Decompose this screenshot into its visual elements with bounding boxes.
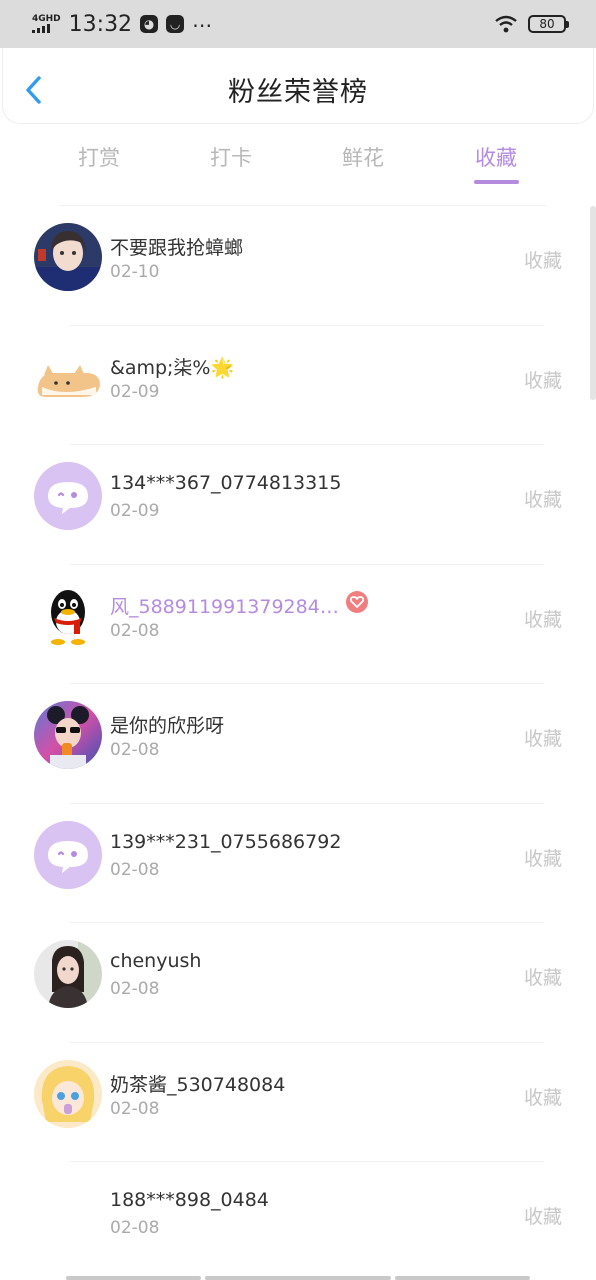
favorite-label: 收藏 [523, 1206, 562, 1228]
avatar [34, 820, 102, 889]
list-item[interactable]: 188***898_0484 02-08 收藏 [0, 1162, 596, 1280]
favorite-label: 收藏 [523, 369, 562, 392]
user-name: 188***898_0484 [110, 1189, 269, 1211]
more-notifications-icon: … [192, 8, 214, 32]
user-name: 139***231_0755686792 [110, 830, 342, 853]
bottom-bar-segment [205, 1276, 391, 1280]
avatar [34, 701, 102, 769]
favorite-label: 收藏 [523, 967, 562, 989]
app-notification-icon: ◕ [140, 15, 159, 33]
list-item[interactable]: 奶茶酱_530748084 02-08 收藏 [0, 1043, 596, 1162]
signal-icon [32, 24, 61, 33]
list-item[interactable]: 不要跟我抢蟑螂 02-10 收藏 [0, 206, 596, 326]
user-name: 不要跟我抢蟑螂 [110, 237, 244, 259]
list-item[interactable]: 139***231_0755686792 02-08 收藏 [0, 804, 596, 923]
favorite-label: 收藏 [523, 250, 562, 272]
network-indicator: 4GHD [32, 15, 61, 33]
date-label: 02-08 [110, 1098, 160, 1119]
bottom-bar-segment [395, 1276, 530, 1280]
fan-ranking-list: 不要跟我抢蟑螂 02-10 收藏 &amp;柒%🌟 02-09 收藏 134**… [0, 206, 596, 1280]
user-name: chenyush [110, 950, 202, 972]
avatar [34, 462, 102, 530]
vip-heart-icon [346, 590, 368, 613]
status-bar: 4GHD 13:32 ◕ ◡ … 80 [0, 0, 596, 48]
date-label: 02-09 [110, 381, 160, 402]
date-label: 02-09 [110, 501, 160, 521]
user-name: 奶茶酱_530748084 [110, 1073, 286, 1096]
list-item[interactable]: 风_588911991379284… 02-08 收藏 [0, 565, 596, 684]
avatar [34, 1179, 102, 1247]
page-title: 粉丝荣誉榜 [228, 77, 368, 108]
tab-checkin[interactable]: 打卡 [210, 142, 252, 172]
avatar [34, 342, 102, 411]
bottom-bar-segment [66, 1276, 201, 1280]
list-item[interactable]: 是你的欣彤呀 02-08 收藏 [0, 684, 596, 804]
user-name: 是你的欣彤呀 [110, 715, 225, 737]
tab-reward[interactable]: 打赏 [78, 142, 120, 172]
top-nav-bar: 粉丝荣誉榜 [2, 48, 594, 124]
date-label: 02-08 [110, 740, 160, 760]
user-name: 风_588911991379284… [110, 595, 339, 618]
favorite-label: 收藏 [523, 728, 562, 750]
tab-bar: 打赏 打卡 鲜花 收藏 [0, 130, 596, 186]
status-time: 13:32 [68, 11, 133, 37]
date-label: 02-08 [110, 859, 160, 880]
favorite-label: 收藏 [523, 1086, 562, 1109]
favorite-label: 收藏 [523, 489, 562, 511]
date-label: 02-08 [110, 979, 160, 999]
list-item[interactable]: &amp;柒%🌟 02-09 收藏 [0, 326, 596, 445]
avatar [34, 223, 102, 291]
list-item[interactable]: chenyush 02-08 收藏 [0, 923, 596, 1043]
date-label: 02-10 [110, 262, 160, 282]
scrollbar[interactable] [590, 206, 596, 400]
tab-favorites[interactable]: 收藏 [475, 142, 517, 172]
avatar [34, 581, 102, 650]
date-label: 02-08 [110, 1218, 160, 1238]
favorite-label: 收藏 [523, 608, 562, 631]
favorite-label: 收藏 [523, 847, 562, 870]
message-notification-icon: ◡ [166, 15, 185, 33]
avatar [34, 1059, 102, 1128]
network-label: 4GHD [32, 14, 61, 24]
user-name: 134***367_0774813315 [110, 472, 342, 494]
list-item[interactable]: 134***367_0774813315 02-09 收藏 [0, 445, 596, 565]
battery-level: 80 [539, 17, 555, 31]
battery-icon: 80 [528, 15, 569, 33]
date-label: 02-08 [110, 620, 160, 641]
tab-flowers[interactable]: 鲜花 [342, 142, 384, 172]
active-tab-indicator [474, 180, 519, 184]
wifi-icon [495, 15, 517, 33]
user-name: &amp;柒%🌟 [110, 356, 235, 379]
avatar [34, 940, 102, 1008]
